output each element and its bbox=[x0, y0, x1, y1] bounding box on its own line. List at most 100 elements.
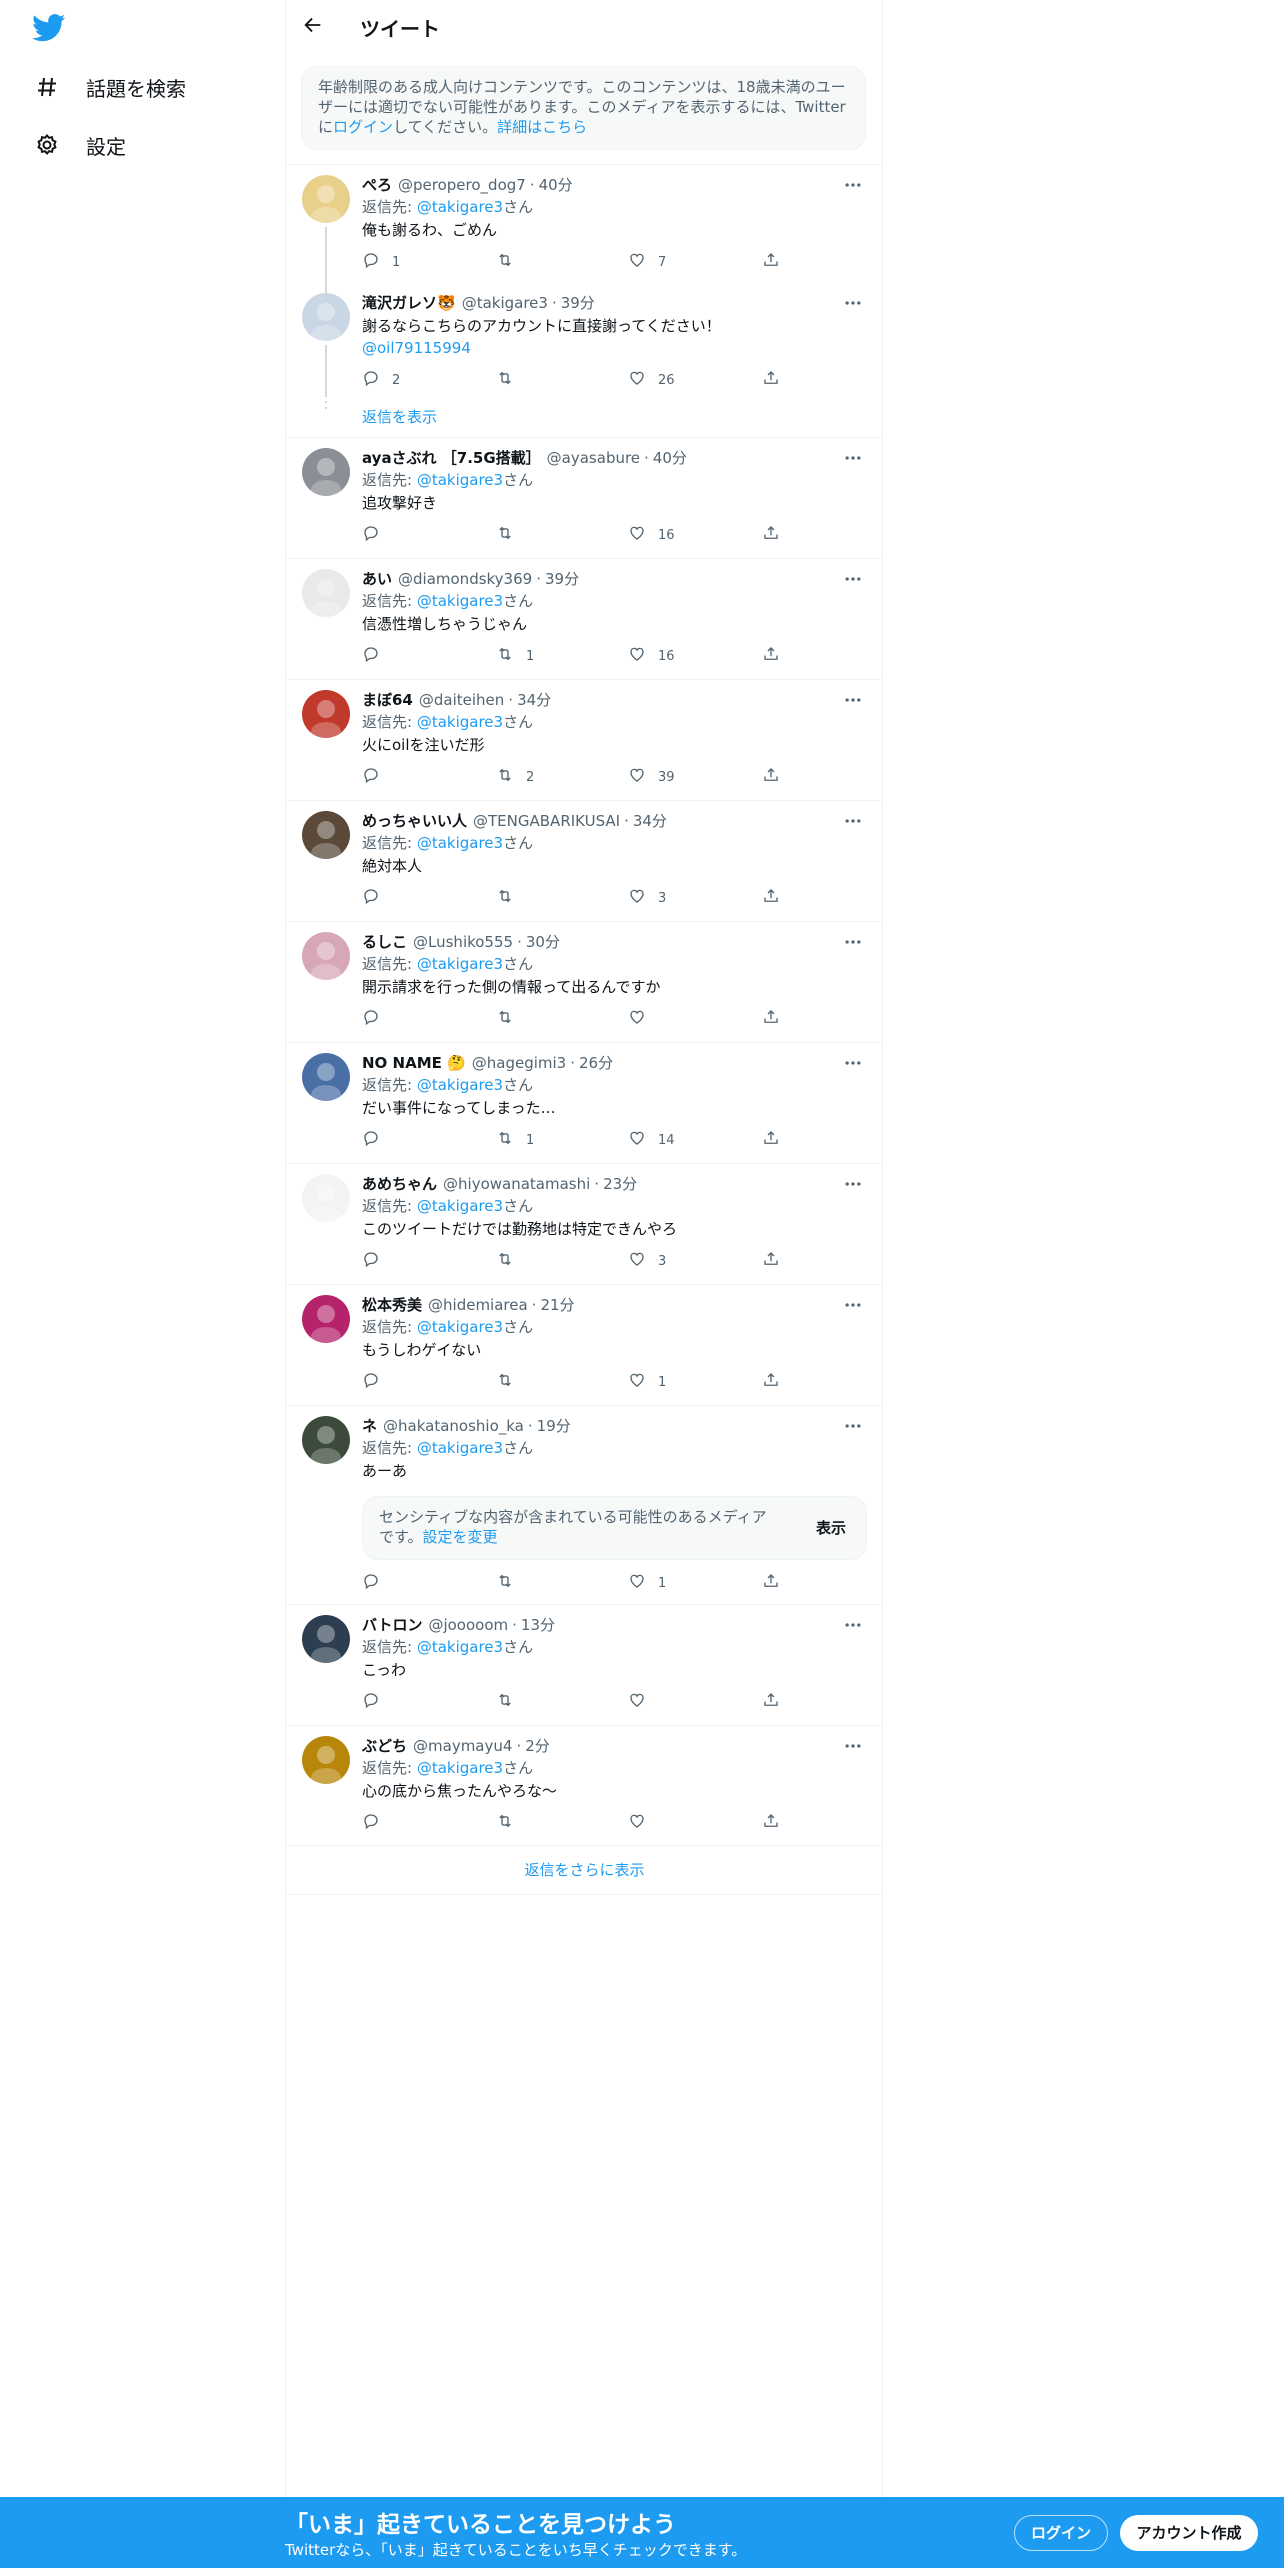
author-name[interactable]: 滝沢ガレソ🐯 bbox=[362, 294, 456, 312]
back-arrow-icon[interactable] bbox=[302, 14, 328, 40]
author-handle[interactable]: @Lushiko555 bbox=[413, 933, 513, 951]
tweet-time[interactable]: 19分 bbox=[537, 1417, 571, 1435]
author-handle[interactable]: @hiyowanatamashi bbox=[443, 1175, 590, 1193]
share-button[interactable] bbox=[762, 1691, 780, 1713]
sidebar-item-explore[interactable]: 話題を検索 bbox=[34, 67, 186, 107]
reply-mention-link[interactable]: @takigare3 bbox=[417, 1197, 503, 1215]
share-button[interactable] bbox=[762, 766, 780, 788]
reply-button[interactable] bbox=[362, 645, 392, 667]
tweet[interactable]: めっちゃいい人 @TENGABARIKUSAI · 34分 返信先: @takigare… bbox=[286, 800, 883, 921]
retweet-button[interactable] bbox=[496, 1572, 526, 1594]
like-button[interactable]: 1 bbox=[628, 1572, 666, 1594]
avatar[interactable] bbox=[302, 175, 350, 223]
reply-mention-link[interactable]: @takigare3 bbox=[417, 1759, 503, 1777]
more-options-icon[interactable] bbox=[843, 448, 867, 468]
author-handle[interactable]: @hagegimi3 bbox=[472, 1054, 566, 1072]
tweet[interactable]: るしこ @Lushiko555 · 30分 返信先: @takigare3さん 開示請求を… bbox=[286, 921, 883, 1042]
like-button[interactable]: 14 bbox=[628, 1129, 675, 1151]
login-button[interactable]: ログイン bbox=[1014, 2515, 1108, 2551]
reply-mention-link[interactable]: @takigare3 bbox=[417, 1318, 503, 1336]
tweet-time[interactable]: 21分 bbox=[540, 1296, 574, 1314]
author-handle[interactable]: @diamondsky369 bbox=[398, 570, 532, 588]
reply-mention-link[interactable]: @takigare3 bbox=[417, 198, 503, 216]
author-name[interactable]: バトロン bbox=[362, 1616, 422, 1634]
like-button[interactable]: 16 bbox=[628, 645, 675, 667]
share-button[interactable] bbox=[762, 645, 780, 667]
more-options-icon[interactable] bbox=[843, 1615, 867, 1635]
avatar[interactable] bbox=[302, 811, 350, 859]
share-button[interactable] bbox=[762, 1250, 780, 1272]
details-link[interactable]: 詳細はこちら bbox=[497, 118, 587, 136]
tweet[interactable]: 滝沢ガレソ🐯 @takigare3 · 39分 謝るならこちらのアカウントに直接謝ってく… bbox=[286, 283, 883, 437]
mention-link[interactable]: @oil79115994 bbox=[362, 337, 721, 359]
reply-button[interactable] bbox=[362, 1371, 392, 1393]
tweet[interactable]: ayaさぶれ ［7.5G搭載］ @ayasabure · 40分 返信先: @takig… bbox=[286, 437, 883, 558]
avatar[interactable] bbox=[302, 1053, 350, 1101]
tweet-time[interactable]: 13分 bbox=[521, 1616, 555, 1634]
tweet-time[interactable]: 40分 bbox=[539, 176, 573, 194]
tweet-time[interactable]: 34分 bbox=[633, 812, 667, 830]
author-handle[interactable]: @peropero_dog7 bbox=[398, 176, 526, 194]
reply-button[interactable] bbox=[362, 524, 392, 546]
tweet[interactable]: 松本秀美 @hidemiarea · 21分 返信先: @takigare3さん もうしわ… bbox=[286, 1284, 883, 1405]
author-handle[interactable]: @hakatanoshio_ka bbox=[383, 1417, 524, 1435]
reply-button[interactable]: 1 bbox=[362, 251, 400, 273]
like-button[interactable]: 39 bbox=[628, 766, 675, 788]
author-name[interactable]: まぼ64 bbox=[362, 691, 413, 709]
more-options-icon[interactable] bbox=[843, 811, 867, 831]
reply-button[interactable] bbox=[362, 1572, 392, 1594]
retweet-button[interactable]: 2 bbox=[496, 766, 534, 788]
reply-button[interactable] bbox=[362, 1812, 392, 1834]
more-options-icon[interactable] bbox=[843, 175, 867, 195]
show-more-replies-link[interactable]: 返信をさらに表示 bbox=[286, 1845, 883, 1895]
tweet[interactable]: あい @diamondsky369 · 39分 返信先: @takigare3さん 信憑性… bbox=[286, 558, 883, 679]
author-name[interactable]: ネ bbox=[362, 1417, 377, 1435]
retweet-button[interactable] bbox=[496, 1008, 526, 1030]
reply-mention-link[interactable]: @takigare3 bbox=[417, 1439, 503, 1457]
show-media-button[interactable]: 表示 bbox=[816, 1517, 846, 1538]
reply-mention-link[interactable]: @takigare3 bbox=[417, 955, 503, 973]
share-button[interactable] bbox=[762, 1129, 780, 1151]
tweet-time[interactable]: 40分 bbox=[653, 449, 687, 467]
change-settings-link[interactable]: 設定を変更 bbox=[423, 1528, 498, 1546]
tweet[interactable]: NO NAME 🤔 @hagegimi3 · 26分 返信先: @takigare3さん… bbox=[286, 1042, 883, 1163]
tweet[interactable]: あめちゃん @hiyowanatamashi · 23分 返信先: @takigare3… bbox=[286, 1163, 883, 1284]
tweet[interactable]: ぺろ @peropero_dog7 · 40分 返信先: @takigare3さん 俺も謝… bbox=[286, 164, 883, 287]
retweet-button[interactable]: 1 bbox=[496, 645, 534, 667]
avatar[interactable] bbox=[302, 1736, 350, 1784]
reply-button[interactable] bbox=[362, 1250, 392, 1272]
author-handle[interactable]: @jooooom bbox=[428, 1616, 508, 1634]
more-options-icon[interactable] bbox=[843, 932, 867, 952]
like-button[interactable] bbox=[628, 1008, 658, 1030]
more-options-icon[interactable] bbox=[843, 1295, 867, 1315]
author-name[interactable]: めっちゃいい人 bbox=[362, 812, 467, 830]
tweet[interactable]: ぶどち @maymayu4 · 2分 返信先: @takigare3さん 心の底から焦った… bbox=[286, 1725, 883, 1845]
sidebar-item-settings[interactable]: 設定 bbox=[34, 125, 126, 165]
reply-button[interactable]: 2 bbox=[362, 369, 400, 391]
author-name[interactable]: あめちゃん bbox=[362, 1175, 437, 1193]
author-handle[interactable]: @maymayu4 bbox=[413, 1737, 512, 1755]
avatar[interactable] bbox=[302, 1615, 350, 1663]
show-replies-link[interactable]: 返信を表示 bbox=[362, 406, 437, 427]
share-button[interactable] bbox=[762, 524, 780, 546]
author-name[interactable]: るしこ bbox=[362, 933, 407, 951]
reply-button[interactable] bbox=[362, 1691, 392, 1713]
author-name[interactable]: ぺろ bbox=[362, 176, 392, 194]
more-options-icon[interactable] bbox=[843, 1416, 867, 1436]
more-options-icon[interactable] bbox=[843, 569, 867, 589]
more-options-icon[interactable] bbox=[843, 1736, 867, 1756]
author-name[interactable]: ayaさぶれ ［7.5G搭載］ bbox=[362, 449, 541, 467]
retweet-button[interactable] bbox=[496, 1691, 526, 1713]
avatar[interactable] bbox=[302, 932, 350, 980]
avatar[interactable] bbox=[302, 1416, 350, 1464]
author-name[interactable]: あい bbox=[362, 570, 392, 588]
share-button[interactable] bbox=[762, 1008, 780, 1030]
share-button[interactable] bbox=[762, 1371, 780, 1393]
reply-mention-link[interactable]: @takigare3 bbox=[417, 713, 503, 731]
tweet[interactable]: まぼ64 @daiteihen · 34分 返信先: @takigare3さん 火にoil… bbox=[286, 679, 883, 800]
tweet[interactable]: バトロン @jooooom · 13分 返信先: @takigare3さん こっわ bbox=[286, 1604, 883, 1725]
retweet-button[interactable] bbox=[496, 1371, 526, 1393]
share-button[interactable] bbox=[762, 251, 780, 273]
tweet-time[interactable]: 30分 bbox=[526, 933, 560, 951]
more-options-icon[interactable] bbox=[843, 1174, 867, 1194]
